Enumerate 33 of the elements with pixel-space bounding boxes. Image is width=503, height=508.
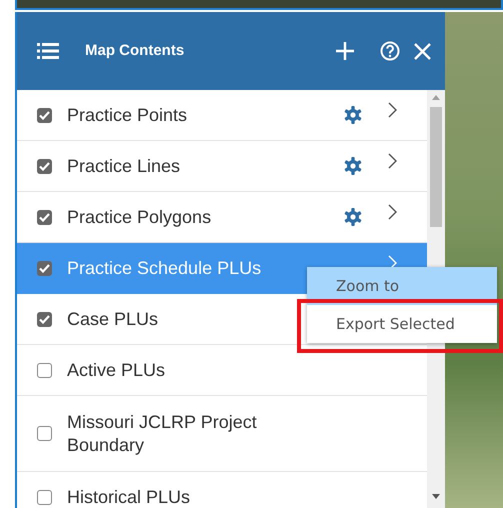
chevron-icon[interactable] <box>388 204 397 220</box>
chevron-icon[interactable] <box>388 153 397 169</box>
layer-name: Practice Lines <box>67 154 180 178</box>
settings-icon[interactable] <box>344 208 362 226</box>
checkbox[interactable] <box>37 426 52 441</box>
help-icon[interactable] <box>380 41 400 61</box>
scrollbar-thumb[interactable] <box>430 107 442 227</box>
checkbox[interactable] <box>37 158 52 174</box>
settings-icon[interactable] <box>344 157 362 175</box>
checkbox[interactable] <box>37 210 52 224</box>
layer-name: Practice Polygons <box>67 206 212 228</box>
layer-name: Missouri JCLRP Project Boundary <box>67 410 258 456</box>
panel-title: Map Contents <box>85 40 184 61</box>
checkbox[interactable] <box>37 312 52 326</box>
menu-item[interactable]: Export Selected <box>307 305 497 343</box>
checkbox[interactable] <box>37 490 52 504</box>
chevron-icon[interactable] <box>388 102 397 118</box>
checkbox[interactable] <box>37 108 52 122</box>
layer-name: Case PLUs <box>67 308 158 330</box>
checkbox[interactable] <box>37 362 52 378</box>
menu-icon[interactable] <box>37 43 59 59</box>
layer-name: Practice Schedule PLUs <box>67 256 262 280</box>
layer-row[interactable]: Practice Lines <box>17 141 427 192</box>
add-icon[interactable] <box>336 42 354 60</box>
settings-icon[interactable] <box>344 106 362 124</box>
layer-row[interactable]: Active PLUs <box>17 345 427 396</box>
layer-row[interactable]: Practice Points <box>17 90 427 141</box>
layer-name: Historical PLUs <box>67 486 190 508</box>
checkbox[interactable] <box>37 260 52 276</box>
scroll-down-icon[interactable] <box>432 494 440 499</box>
layer-name: Practice Points <box>67 104 188 126</box>
layer-name: Active PLUs <box>67 358 166 382</box>
close-icon[interactable] <box>414 42 431 60</box>
